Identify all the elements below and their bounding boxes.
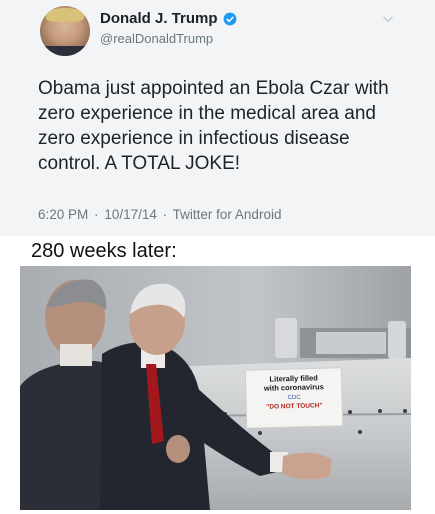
avatar[interactable] (40, 6, 90, 56)
hand (282, 452, 332, 480)
lab-equipment-panel (316, 332, 386, 354)
avatar-hair (46, 8, 84, 22)
tweet-date[interactable]: 10/17/14 (104, 207, 157, 222)
user-handle[interactable]: @realDonaldTrump (100, 31, 213, 46)
tweet-text: Obama just appointed an Ebola Czar with … (38, 78, 389, 174)
name-row: Donald J. Trump (100, 10, 237, 27)
meme-caption: 280 weeks later: (31, 240, 177, 262)
tweet-card: Donald J. Trump @realDonaldTrump Obama j… (0, 0, 435, 236)
lab-bottle-2 (388, 321, 406, 359)
meta-separator-2: · (162, 207, 168, 222)
chevron-down-icon[interactable] (381, 12, 395, 26)
verified-badge-icon (223, 12, 236, 25)
tweet-meta: 6:20 PM · 10/17/14 · Twitter for Android (38, 207, 281, 222)
note-cdc-label: CDC (287, 394, 301, 402)
lab-bottle (275, 318, 297, 358)
tweet-source[interactable]: Twitter for Android (173, 207, 282, 222)
photo-illustration (20, 266, 411, 510)
display-name[interactable]: Donald J. Trump (100, 10, 218, 27)
note-text: Literally filled with coronavirus CDC "D… (248, 373, 341, 411)
meme-photo: Literally filled with coronavirus CDC "D… (20, 266, 411, 510)
meta-separator: · (94, 207, 99, 222)
avatar-suit (40, 46, 90, 56)
tweet-time[interactable]: 6:20 PM (38, 207, 88, 222)
note-line-2: with coronavirus (263, 382, 324, 393)
